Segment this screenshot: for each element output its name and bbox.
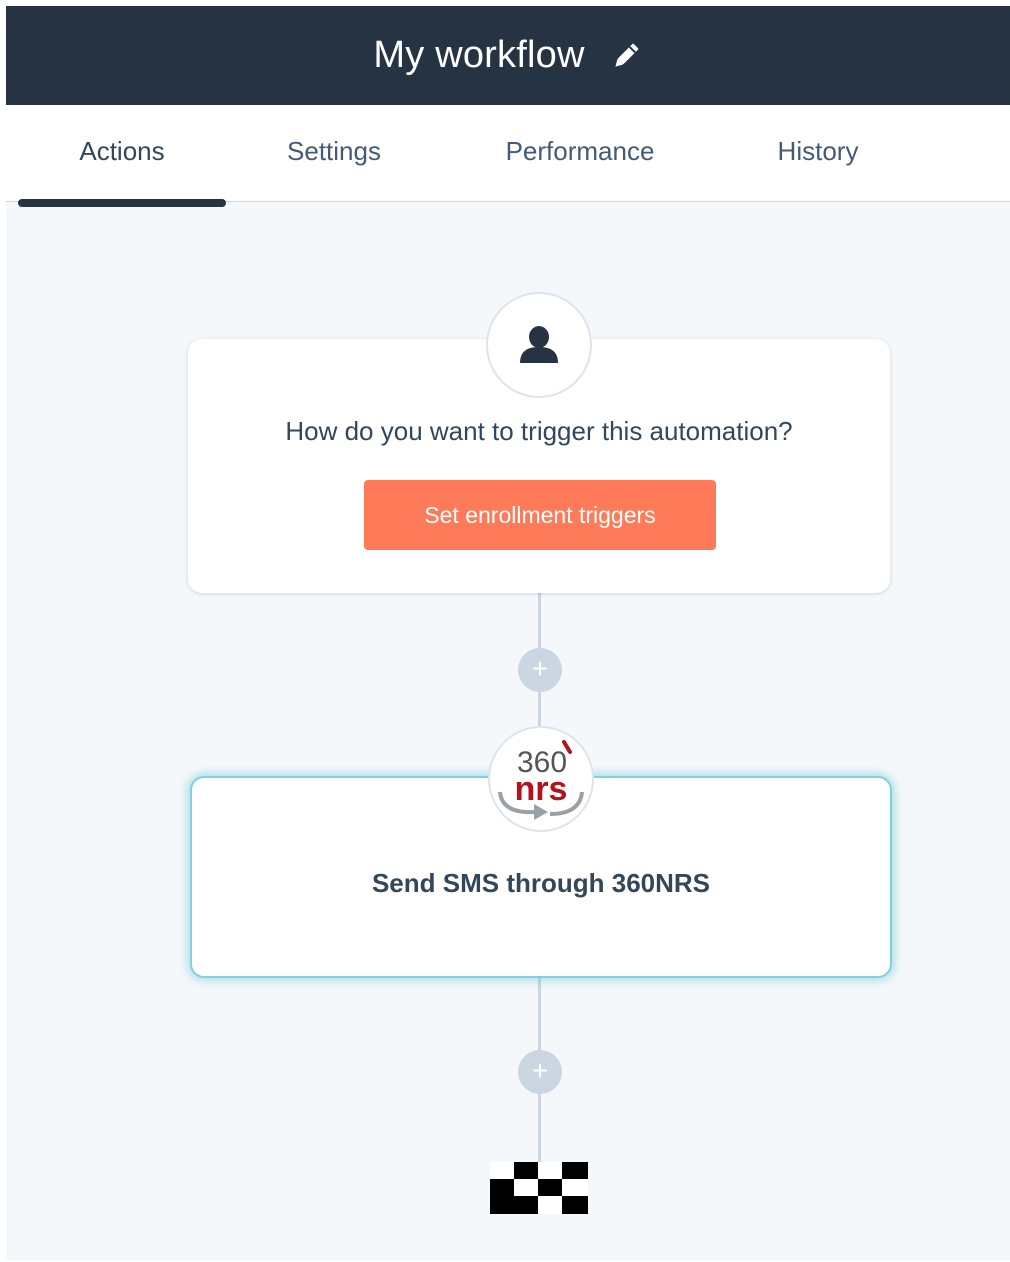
tab-performance[interactable]: Performance xyxy=(469,105,691,201)
add-action-plus-icon[interactable]: + xyxy=(518,1050,562,1094)
checkered-flag-icon xyxy=(490,1162,588,1214)
tab-settings[interactable]: Settings xyxy=(234,105,434,201)
tab-actions[interactable]: Actions xyxy=(18,105,226,201)
tab-bar: Actions Settings Performance History xyxy=(6,105,1010,202)
360nrs-logo-icon: 360 nrs xyxy=(488,726,594,832)
workflow-header: My workflow xyxy=(6,6,1010,105)
trigger-question: How do you want to trigger this automati… xyxy=(285,416,793,446)
tab-history[interactable]: History xyxy=(728,105,908,201)
set-enrollment-triggers-button[interactable]: Set enrollment triggers xyxy=(364,480,716,550)
contact-avatar-icon xyxy=(486,292,592,398)
workflow-editor: My workflow Actions Settings Performance… xyxy=(6,6,1010,1260)
active-tab-indicator xyxy=(18,199,226,207)
add-action-plus-icon[interactable]: + xyxy=(518,648,562,692)
action-label: Send SMS through 360NRS xyxy=(371,868,711,898)
pencil-icon[interactable] xyxy=(609,39,643,73)
logo-text-nrs: nrs xyxy=(515,770,568,808)
workflow-title[interactable]: My workflow xyxy=(373,34,584,77)
